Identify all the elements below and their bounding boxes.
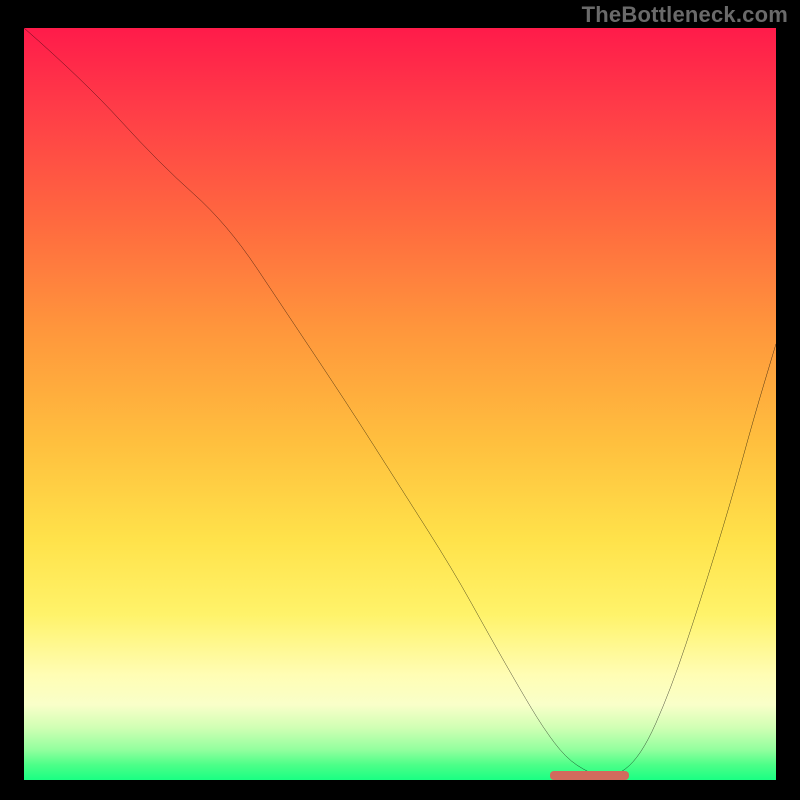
optimal-range-marker bbox=[550, 771, 629, 780]
chart-frame: TheBottleneck.com bbox=[0, 0, 800, 800]
curve-path bbox=[24, 28, 776, 777]
watermark-text: TheBottleneck.com bbox=[582, 2, 788, 28]
plot-area bbox=[24, 28, 776, 780]
bottleneck-curve bbox=[24, 28, 776, 780]
